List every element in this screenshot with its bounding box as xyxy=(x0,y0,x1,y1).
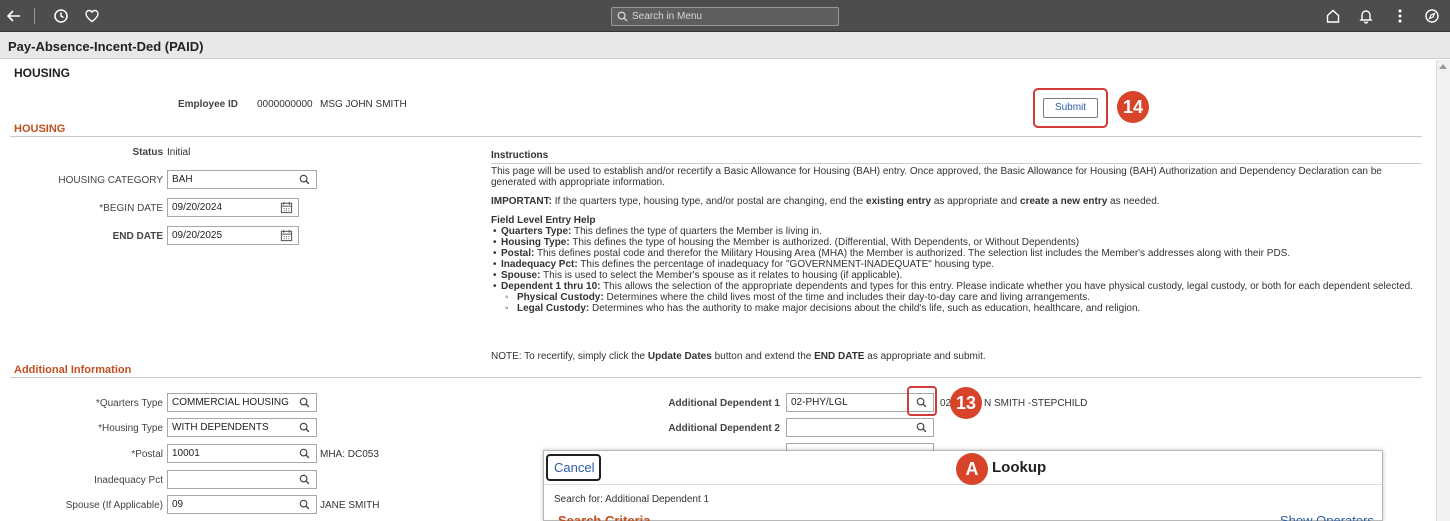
employee-name: MSG JOHN SMITH xyxy=(320,99,407,110)
instructions-important: IMPORTANT: If the quarters type, housing… xyxy=(491,196,1160,207)
more-actions-icon[interactable] xyxy=(1392,8,1408,24)
additional-info-section-title: Additional Information xyxy=(14,364,132,376)
recertify-note: NOTE: To recertify, simply click the Upd… xyxy=(491,351,986,362)
instructions-title: Instructions xyxy=(491,150,1421,164)
help-item-inadequacy: Inadequacy Pct: This defines the percent… xyxy=(491,259,1421,270)
top-navigation-bar: Search in Menu xyxy=(0,0,1450,32)
field-help-list: Quarters Type: This defines the type of … xyxy=(491,226,1421,314)
cancel-button[interactable]: Cancel xyxy=(546,454,601,481)
menu-search-input[interactable]: Search in Menu xyxy=(611,7,839,26)
housing-category-value: BAH xyxy=(172,174,193,185)
quarters-type-value: COMMERCIAL HOUSING xyxy=(172,397,289,408)
search-icon[interactable] xyxy=(299,499,310,510)
submit-button[interactable]: Submit xyxy=(1043,98,1098,118)
spouse-value: 09 xyxy=(172,499,184,510)
lookup-title: Lookup xyxy=(992,459,1047,476)
search-for-text: Search for: Additional Dependent 1 xyxy=(554,494,710,505)
housing-type-value: WITH DEPENDENTS xyxy=(172,422,269,433)
search-icon[interactable] xyxy=(299,397,310,408)
scroll-up-arrow-icon[interactable] xyxy=(1439,64,1447,69)
housing-type-label: *Housing Type xyxy=(98,423,163,434)
calendar-icon[interactable] xyxy=(280,229,293,242)
calendar-icon[interactable] xyxy=(280,201,293,214)
search-icon xyxy=(617,11,628,22)
home-icon[interactable] xyxy=(1325,8,1341,24)
search-criteria-heading[interactable]: Search Criteria xyxy=(558,513,651,521)
navbar-compass-icon[interactable] xyxy=(1424,8,1440,24)
employee-id-value: 0000000000 xyxy=(257,99,313,110)
housing-category-label: HOUSING CATEGORY xyxy=(58,175,163,186)
housing-category-field[interactable]: BAH xyxy=(167,170,317,189)
section-divider xyxy=(10,377,1422,378)
field-help-title: Field Level Entry Help xyxy=(491,215,596,226)
inadequacy-pct-label: Inadequacy Pct xyxy=(94,475,163,486)
step-badge-a: A xyxy=(956,453,988,485)
postal-label: *Postal xyxy=(131,449,163,460)
help-item-dependents: Dependent 1 thru 10: This allows the sel… xyxy=(491,281,1421,292)
begin-date-value: 09/20/2024 xyxy=(172,202,223,213)
dependent-1-search-icon[interactable] xyxy=(916,397,927,408)
content-title: HOUSING xyxy=(14,66,71,80)
favorites-heart-icon[interactable] xyxy=(84,8,100,24)
history-clock-icon[interactable] xyxy=(53,8,69,24)
begin-date-field[interactable]: 09/20/2024 xyxy=(167,198,299,217)
search-icon[interactable] xyxy=(299,174,310,185)
begin-date-label: *BEGIN DATE xyxy=(99,203,163,214)
notification-bell-icon[interactable] xyxy=(1358,8,1374,24)
quarters-type-field[interactable]: COMMERCIAL HOUSING xyxy=(167,393,317,412)
step-badge-13: 13 xyxy=(950,387,982,419)
end-date-value: 09/20/2025 xyxy=(172,230,223,241)
help-subitem-physical: Physical Custody: Determines where the c… xyxy=(491,292,1421,303)
housing-section-title: HOUSING xyxy=(14,123,66,135)
page-header: Pay-Absence-Incent-Ded (PAID) xyxy=(0,32,1450,59)
page-title: Pay-Absence-Incent-Ded (PAID) xyxy=(8,39,204,54)
instructions-intro: This page will be used to establish and/… xyxy=(491,166,1382,188)
dependent-1-value: 02-PHY/LGL xyxy=(791,397,848,408)
status-value: Initial xyxy=(167,147,191,158)
housing-type-field[interactable]: WITH DEPENDENTS xyxy=(167,418,317,437)
dependent-1-description: N SMITH -STEPCHILD xyxy=(984,398,1088,409)
vertical-scrollbar[interactable] xyxy=(1436,60,1450,521)
back-arrow-icon[interactable] xyxy=(6,8,22,24)
help-item-postal: Postal: This defines postal code and the… xyxy=(491,248,1421,259)
postal-value: 10001 xyxy=(172,448,200,459)
help-item-quarters: Quarters Type: This defines the type of … xyxy=(491,226,1421,237)
help-subitem-legal: Legal Custody: Determines who has the au… xyxy=(491,303,1421,314)
search-icon[interactable] xyxy=(299,448,310,459)
dependent-2-field[interactable] xyxy=(786,418,934,437)
search-icon[interactable] xyxy=(299,422,310,433)
status-label: Status xyxy=(132,147,163,158)
spouse-label: Spouse (If Applicable) xyxy=(65,500,163,511)
show-operators-link[interactable]: Show Operators xyxy=(1280,513,1374,521)
end-date-label: END DATE xyxy=(112,231,163,242)
postal-field[interactable]: 10001 xyxy=(167,444,317,463)
section-divider xyxy=(10,136,1422,137)
employee-id-label: Employee ID xyxy=(178,99,239,110)
dependent-1-label: Additional Dependent 1 xyxy=(668,398,780,409)
submit-highlight: Submit xyxy=(1033,88,1108,128)
search-icon[interactable] xyxy=(916,422,927,433)
dependent-2-label: Additional Dependent 2 xyxy=(668,423,780,434)
spouse-name: JANE SMITH xyxy=(320,500,380,511)
search-icon[interactable] xyxy=(299,474,310,485)
toolbar-separator xyxy=(34,8,35,24)
search-placeholder: Search in Menu xyxy=(632,11,703,22)
quarters-type-label: *Quarters Type xyxy=(95,398,163,409)
step-badge-14: 14 xyxy=(1117,91,1149,123)
help-item-spouse: Spouse: This is used to select the Membe… xyxy=(491,270,1421,281)
end-date-field[interactable]: 09/20/2025 xyxy=(167,226,299,245)
instructions-panel: Instructions This page will be used to e… xyxy=(491,150,1421,314)
postal-mha: MHA: DC053 xyxy=(320,449,379,460)
inadequacy-pct-field[interactable] xyxy=(167,470,317,489)
spouse-field[interactable]: 09 xyxy=(167,495,317,514)
help-item-housing-type: Housing Type: This defines the type of h… xyxy=(491,237,1421,248)
